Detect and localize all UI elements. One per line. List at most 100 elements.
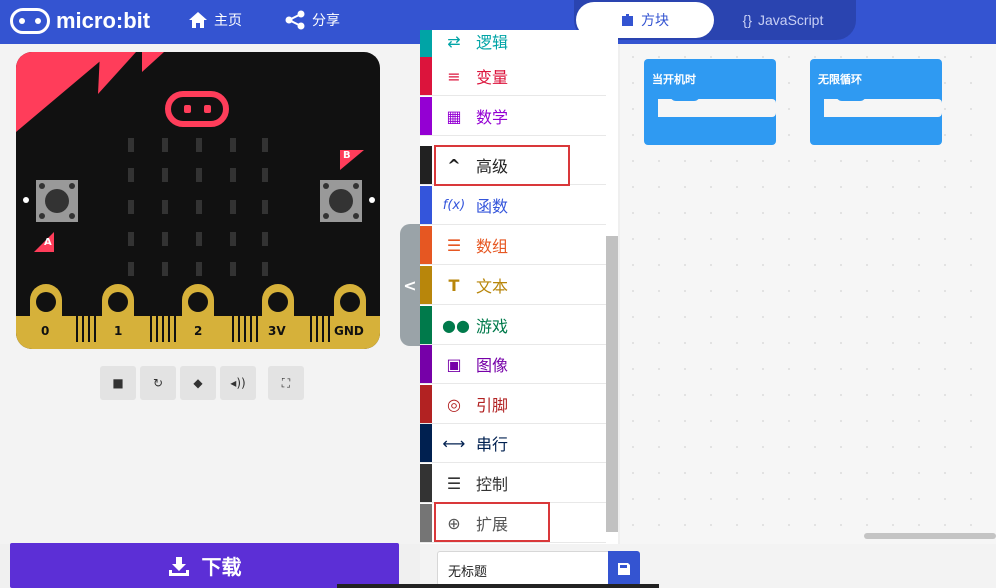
text-icon: T — [448, 275, 460, 295]
category-color-bar — [420, 504, 432, 542]
snail-icon: ◆ — [193, 376, 203, 390]
code-braces-icon: {} — [742, 12, 752, 28]
chevron-left-icon: < — [403, 275, 417, 295]
block-slot — [658, 99, 776, 117]
category-label: 文本 — [476, 277, 509, 296]
tab-javascript[interactable]: {} JavaScript — [714, 2, 852, 38]
block-notch — [670, 95, 700, 101]
toolbox-scrollbar[interactable] — [606, 236, 618, 532]
category-arrays[interactable]: ☰ 数组 — [420, 226, 606, 265]
usb-icon: ⟷ — [442, 433, 466, 453]
category-label: 串行 — [476, 435, 509, 454]
collapse-simulator-button[interactable]: < — [400, 224, 420, 346]
category-color-bar — [420, 97, 432, 135]
workspace-horizontal-scrollbar[interactable] — [864, 533, 996, 539]
fullscreen-icon: ⛶ — [281, 375, 291, 390]
category-label: 数组 — [476, 237, 509, 256]
bottom-divider — [337, 584, 659, 588]
pin-0-label: 0 — [41, 324, 50, 338]
category-control[interactable]: ☰ 控制 — [420, 464, 606, 503]
microbit-logo-icon — [10, 8, 50, 34]
simulator-controls: ■ ↻ ◆ ◂)) ⛶ — [100, 366, 304, 400]
category-variables[interactable]: ≡ 变量 — [420, 57, 606, 96]
on-start-block[interactable]: 当开机时 — [644, 59, 776, 145]
save-button[interactable] — [608, 551, 640, 586]
volume-icon: ◂)) — [230, 376, 246, 390]
puzzle-icon — [622, 14, 633, 26]
tab-javascript-label: JavaScript — [758, 12, 824, 28]
category-math[interactable]: ▦ 数学 — [420, 97, 606, 136]
block-title: 当开机时 — [652, 73, 696, 86]
simulator-panel: A B 0 1 2 3V GND ■ ↻ ◆ ◂)) ⛶ — [0, 44, 420, 544]
array-icon: ☰ — [446, 235, 462, 255]
download-icon — [168, 556, 189, 576]
button-a-label: A — [44, 237, 52, 248]
math-icon: ▦ — [446, 106, 462, 126]
home-label: 主页 — [214, 13, 242, 29]
microbit-simulator[interactable]: A B 0 1 2 3V GND — [16, 52, 380, 349]
category-label: 引脚 — [476, 396, 509, 415]
function-icon: f(x) — [442, 197, 466, 213]
slow-motion-button[interactable]: ◆ — [180, 366, 216, 400]
control-icon: ☰ — [446, 473, 462, 493]
category-label: 逻辑 — [476, 33, 509, 52]
category-pins[interactable]: ◎ 引脚 — [420, 385, 606, 424]
category-color-bar — [420, 345, 432, 383]
pin-gnd-label: GND — [334, 324, 364, 338]
variables-icon: ≡ — [447, 66, 461, 86]
home-icon — [189, 12, 207, 28]
logic-icon: ⇄ — [447, 31, 461, 51]
category-label: 数学 — [476, 108, 509, 127]
category-color-bar — [420, 385, 432, 423]
category-color-bar — [420, 30, 432, 60]
blocks-workspace[interactable]: 当开机时 无限循环 — [620, 44, 996, 544]
stop-button[interactable]: ■ — [100, 366, 136, 400]
project-name-input[interactable]: 无标题 — [437, 551, 609, 586]
block-title: 无限循环 — [818, 73, 862, 86]
button-b-label: B — [343, 150, 351, 161]
microbit-logo[interactable]: micro:bit — [10, 8, 150, 34]
category-color-bar — [420, 464, 432, 502]
fullscreen-button[interactable]: ⛶ — [268, 366, 304, 400]
category-game[interactable]: ●● 游戏 — [420, 306, 606, 345]
logo-text: micro:bit — [56, 8, 151, 33]
gamepad-icon: ●● — [442, 315, 470, 335]
category-text[interactable]: T 文本 — [420, 266, 606, 305]
share-button[interactable]: 分享 — [284, 10, 340, 30]
category-functions[interactable]: f(x) 函数 — [420, 186, 606, 225]
tab-blocks-label: 方块 — [641, 13, 669, 29]
forever-block[interactable]: 无限循环 — [810, 59, 942, 145]
save-icon — [618, 562, 630, 575]
share-icon — [285, 10, 305, 30]
pin-1-label: 1 — [114, 324, 123, 338]
home-button[interactable]: 主页 — [188, 10, 242, 30]
download-label: 下载 — [201, 555, 242, 579]
category-color-bar — [420, 146, 432, 184]
download-button[interactable]: 下载 — [10, 543, 399, 588]
image-icon: ▣ — [446, 354, 462, 374]
pin-3v-label: 3V — [268, 324, 286, 338]
share-label: 分享 — [312, 13, 340, 29]
highlight-extensions — [434, 502, 550, 542]
pins-icon: ◎ — [447, 394, 461, 414]
category-color-bar — [420, 306, 432, 344]
category-serial[interactable]: ⟷ 串行 — [420, 424, 606, 463]
category-label: 函数 — [476, 197, 509, 216]
mute-button[interactable]: ◂)) — [220, 366, 256, 400]
category-label: 变量 — [476, 68, 509, 87]
stop-icon: ■ — [112, 376, 124, 390]
category-label: 控制 — [476, 475, 509, 494]
category-color-bar — [420, 186, 432, 224]
category-color-bar — [420, 226, 432, 264]
microbit-board-graphic — [16, 52, 380, 349]
block-notch — [836, 95, 866, 101]
toolbox: ⇄ 逻辑 ≡ 变量 ▦ 数学 ^ 高级 f(x) 函数 ☰ 数组 T 文本 ●●… — [420, 30, 618, 544]
category-label: 图像 — [476, 356, 509, 375]
block-slot — [824, 99, 942, 117]
category-label: 游戏 — [476, 317, 509, 336]
category-color-bar — [420, 266, 432, 304]
restart-icon: ↻ — [152, 376, 164, 390]
category-color-bar — [420, 424, 432, 462]
restart-button[interactable]: ↻ — [140, 366, 176, 400]
category-images[interactable]: ▣ 图像 — [420, 345, 606, 384]
